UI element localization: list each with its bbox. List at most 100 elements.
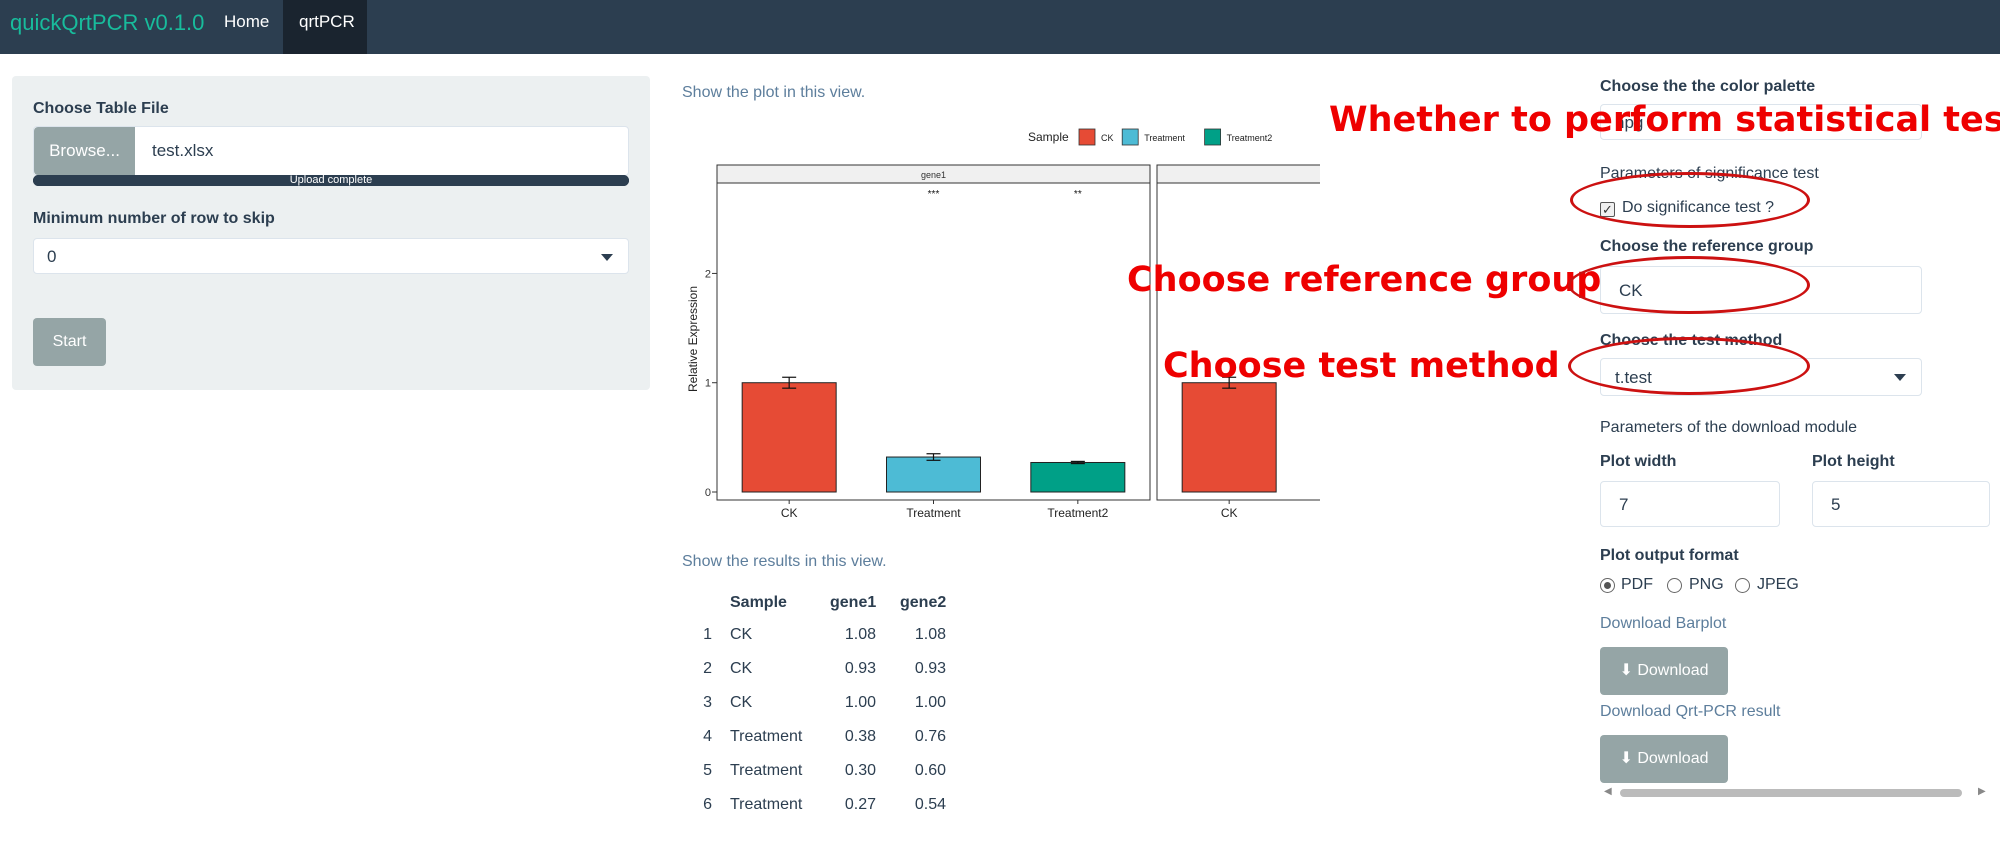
plot-width-input[interactable]: 7	[1600, 481, 1780, 527]
skip-rows-select[interactable]: 0	[33, 238, 629, 274]
annotation-stat-tests: Whether to perform statistical tests.	[1329, 100, 2000, 140]
facet-label: gene1	[921, 170, 946, 180]
upload-status: Upload complete	[289, 174, 373, 186]
annotation-test-method: Choose test method	[1163, 346, 1560, 386]
x-tick-label: Treatment	[906, 506, 961, 520]
plot-hint: Show the plot in this view.	[682, 84, 866, 101]
format-radio-pdf[interactable]	[1600, 578, 1615, 593]
signif-label: ***	[928, 189, 940, 200]
table-header-cell: gene2	[900, 594, 947, 611]
skip-rows-value: 0	[47, 247, 57, 266]
legend-label: CK	[1101, 133, 1114, 143]
scrollbar-thumb[interactable]	[1620, 789, 1962, 797]
table-cell: 0.27	[844, 796, 876, 813]
file-input-group: Browse... test.xlsx	[33, 126, 629, 176]
bar	[1030, 461, 1126, 493]
table-cell: 1.08	[914, 626, 946, 643]
x-tick-label: Treatment2	[1047, 506, 1108, 520]
scroll-right-icon[interactable]: ▶	[1978, 786, 1986, 797]
download-barplot-button[interactable]: ⬇ Download	[1600, 647, 1728, 695]
download-barplot-link[interactable]: Download Barplot	[1600, 615, 1726, 633]
legend-label: Treatment2	[1227, 133, 1273, 143]
format-label: Plot output format	[1600, 547, 1739, 564]
legend-label: Treatment	[1144, 133, 1185, 143]
y-tick-label: 0	[705, 487, 711, 499]
plot-height-input[interactable]: 5	[1812, 481, 1990, 527]
download-icon: ⬇	[1619, 750, 1633, 767]
chevron-down-icon	[1894, 374, 1906, 381]
legend-swatch	[1204, 128, 1221, 146]
table-cell: 0.76	[914, 728, 946, 745]
table-cell: 1.08	[844, 626, 876, 643]
input-sidebar: Choose Table File Browse... test.xlsx Up…	[12, 76, 650, 390]
bar	[886, 456, 981, 493]
chevron-down-icon	[601, 254, 613, 261]
table-cell: 0.93	[914, 660, 946, 677]
table-cell: 4	[703, 728, 712, 745]
table-cell: 0.93	[844, 660, 876, 677]
legend-swatch	[1078, 128, 1096, 146]
plot-width-label: Plot width	[1600, 453, 1677, 470]
table-cell: 5	[703, 762, 712, 779]
download-result-label: Download	[1637, 750, 1709, 767]
table-header-cell: gene1	[830, 594, 877, 611]
y-axis-label: Relative Expression	[686, 286, 700, 392]
app-brand[interactable]: quickQrtPCR v0.1.0	[10, 10, 204, 36]
horizontal-scrollbar[interactable]: ◀ ▶	[1604, 786, 1990, 798]
table-cell: 0.38	[844, 728, 876, 745]
table-cell: Treatment	[730, 796, 803, 813]
facet-strip	[1156, 164, 1320, 184]
legend-title: Sample	[1028, 130, 1069, 144]
table-cell: 0.30	[844, 762, 876, 779]
format-radio-jpeg[interactable]	[1735, 578, 1750, 593]
table-cell: 6	[703, 796, 712, 813]
x-tick-label: CK	[1221, 506, 1238, 520]
table-cell: 3	[703, 694, 712, 711]
bar	[741, 382, 837, 493]
format-label-png[interactable]: PNG	[1689, 576, 1724, 594]
table-cell: Treatment	[730, 762, 803, 779]
format-label-jpeg[interactable]: JPEG	[1757, 576, 1799, 594]
file-name-field[interactable]: test.xlsx	[152, 141, 213, 161]
x-tick-label: CK	[781, 506, 798, 520]
browse-button[interactable]: Browse...	[34, 127, 135, 175]
download-result-link[interactable]: Download Qrt-PCR result	[1600, 703, 1781, 721]
y-tick-label: 1	[705, 378, 711, 390]
plot-height-value: 5	[1831, 495, 1841, 514]
palette-label: Choose the the color palette	[1600, 78, 1816, 95]
file-label: Choose Table File	[33, 100, 169, 117]
table-cell: CK	[730, 694, 753, 711]
table-cell: 1.00	[844, 694, 876, 711]
table-cell: 0.54	[914, 796, 946, 813]
table-cell: CK	[730, 660, 753, 677]
annotation-ellipse-method	[1568, 337, 1810, 395]
upload-progress-bar: Upload complete	[33, 174, 629, 186]
download-section-label: Parameters of the download module	[1600, 419, 1858, 436]
plot-height-label: Plot height	[1812, 453, 1895, 470]
annotation-ref-group: Choose reference group	[1127, 260, 1602, 300]
table-cell: 1	[703, 626, 712, 643]
table-cell: 0.60	[914, 762, 946, 779]
results-hint: Show the results in this view.	[682, 553, 887, 570]
skip-rows-label: Minimum number of row to skip	[33, 210, 275, 227]
download-result-button[interactable]: ⬇ Download	[1600, 735, 1728, 783]
tab-home[interactable]: Home	[208, 0, 285, 54]
signif-label: **	[1074, 189, 1082, 200]
table-header-cell: Sample	[730, 594, 787, 611]
format-radio-png[interactable]	[1667, 578, 1682, 593]
start-button[interactable]: Start	[33, 318, 106, 366]
scroll-left-icon[interactable]: ◀	[1604, 786, 1612, 797]
legend-swatch	[1121, 128, 1139, 146]
annotation-ellipse-ref	[1568, 256, 1810, 314]
radio-selected-dot	[1604, 582, 1611, 589]
tab-qrtpcr[interactable]: qrtPCR	[283, 0, 367, 54]
table-cell: Treatment	[730, 728, 803, 745]
download-icon: ⬇	[1619, 662, 1633, 679]
table-cell: 1.00	[914, 694, 946, 711]
table-cell: CK	[730, 626, 753, 643]
format-label-pdf[interactable]: PDF	[1621, 576, 1653, 594]
bar	[1181, 382, 1277, 493]
navbar: quickQrtPCR v0.1.0 Home qrtPCR	[0, 0, 2000, 54]
ref-group-label: Choose the reference group	[1600, 238, 1814, 255]
download-barplot-label: Download	[1637, 662, 1709, 679]
